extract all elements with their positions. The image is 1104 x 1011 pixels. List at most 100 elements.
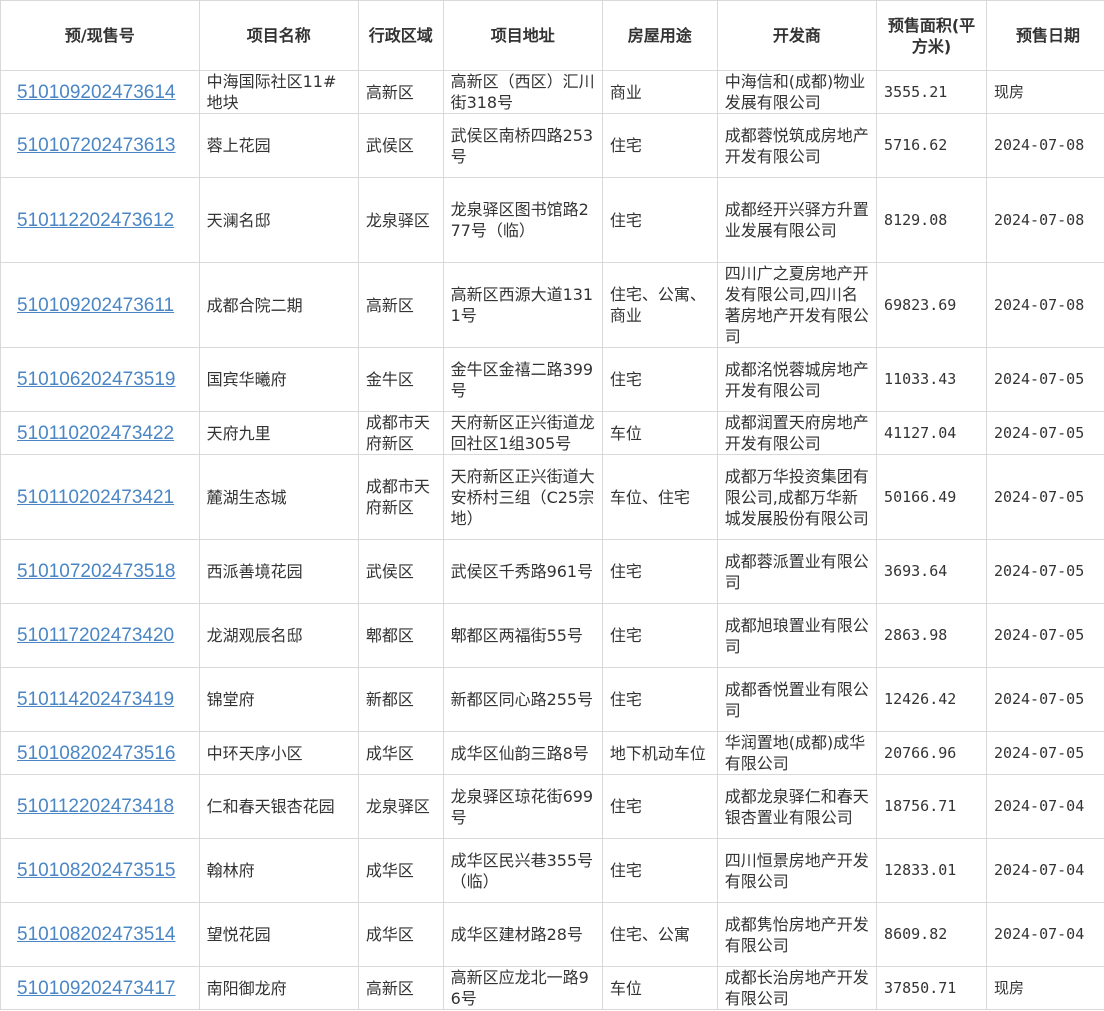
address-cell: 成华区民兴巷355号（临） <box>442 838 603 903</box>
project-name-cell: 麓湖生态城 <box>198 454 359 540</box>
presale-table: 预/现售号 项目名称 行政区域 项目地址 房屋用途 开发商 预售面积(平方米) … <box>0 0 1104 1010</box>
license-link[interactable]: 510109202473614 <box>17 82 176 103</box>
license-link[interactable]: 510110202473422 <box>17 423 174 444</box>
license-link[interactable]: 510108202473516 <box>17 743 176 764</box>
address-cell: 高新区（西区）汇川街318号 <box>442 70 603 114</box>
developer-cell: 成都旭琅置业有限公司 <box>716 603 878 668</box>
project-name-cell: 仁和春天银杏花园 <box>198 774 359 839</box>
area-cell: 18756.71 <box>876 774 987 839</box>
address-cell: 成华区仙韵三路8号 <box>442 731 603 775</box>
date-cell: 2024-07-08 <box>985 262 1104 348</box>
table-row: 510106202473519 国宾华曦府 金牛区 金牛区金禧二路399号 住宅 成都洺悦… <box>0 347 1104 412</box>
address-cell: 成华区建材路28号 <box>442 902 603 967</box>
address-cell: 武侯区千秀路961号 <box>442 539 603 604</box>
license-link[interactable]: 510110202473421 <box>17 487 174 508</box>
usage-cell: 住宅 <box>601 113 718 178</box>
district-cell: 成华区 <box>357 731 444 775</box>
address-cell: 天府新区正兴街道大安桥村三组（C25宗地） <box>442 454 603 540</box>
district-cell: 成都市天府新区 <box>357 454 444 540</box>
license-link[interactable]: 510109202473417 <box>17 978 176 999</box>
license-cell: 510109202473611 <box>0 262 200 348</box>
district-cell: 龙泉驿区 <box>357 774 444 839</box>
table-row: 510109202473611 成都合院二期 高新区 高新区西源大道1311号 住宅、公… <box>0 262 1104 348</box>
license-cell: 510110202473422 <box>0 411 200 455</box>
area-cell: 3555.21 <box>876 70 987 114</box>
license-link[interactable]: 510114202473419 <box>17 689 174 710</box>
license-link[interactable]: 510106202473519 <box>17 369 176 390</box>
table-row: 510117202473420 龙湖观辰名邸 郫都区 郫都区两福街55号 住宅 成都旭琅置… <box>0 603 1104 668</box>
area-cell: 41127.04 <box>876 411 987 455</box>
district-cell: 武侯区 <box>357 113 444 178</box>
usage-cell: 地下机动车位 <box>601 731 718 775</box>
district-cell: 新都区 <box>357 667 444 732</box>
address-cell: 金牛区金禧二路399号 <box>442 347 603 412</box>
license-link[interactable]: 510117202473420 <box>17 625 174 646</box>
table-row: 510109202473417 南阳御龙府 高新区 高新区应龙北一路96号 车位 成都长治… <box>0 966 1104 1010</box>
area-cell: 11033.43 <box>876 347 987 412</box>
address-cell: 龙泉驿区琼花街699号 <box>442 774 603 839</box>
license-link[interactable]: 510107202473518 <box>17 561 176 582</box>
project-name-cell: 望悦花园 <box>198 902 359 967</box>
address-cell: 龙泉驿区图书馆路277号（临） <box>442 177 603 263</box>
district-cell: 武侯区 <box>357 539 444 604</box>
header-address: 项目地址 <box>442 0 603 71</box>
area-cell: 50166.49 <box>876 454 987 540</box>
license-link[interactable]: 510109202473611 <box>17 295 174 316</box>
license-cell: 510108202473516 <box>0 731 200 775</box>
usage-cell: 住宅 <box>601 838 718 903</box>
usage-cell: 车位 <box>601 966 718 1010</box>
district-cell: 金牛区 <box>357 347 444 412</box>
project-name-cell: 南阳御龙府 <box>198 966 359 1010</box>
table-row: 510108202473516 中环天序小区 成华区 成华区仙韵三路8号 地下机动车位华… <box>0 731 1104 775</box>
license-link[interactable]: 510112202473418 <box>17 796 174 817</box>
project-name-cell: 翰林府 <box>198 838 359 903</box>
district-cell: 高新区 <box>357 70 444 114</box>
header-district: 行政区域 <box>357 0 444 71</box>
license-cell: 510107202473518 <box>0 539 200 604</box>
license-cell: 510112202473612 <box>0 177 200 263</box>
license-cell: 510112202473418 <box>0 774 200 839</box>
address-cell: 高新区西源大道1311号 <box>442 262 603 348</box>
table-row: 510108202473514 望悦花园 成华区 成华区建材路28号 住宅、公寓 成都隽怡… <box>0 902 1104 967</box>
date-cell: 2024-07-05 <box>985 411 1104 455</box>
developer-cell: 华润置地(成都)成华有限公司 <box>716 731 878 775</box>
project-name-cell: 龙湖观辰名邸 <box>198 603 359 668</box>
usage-cell: 住宅、公寓、商业 <box>601 262 718 348</box>
date-cell: 2024-07-04 <box>985 838 1104 903</box>
usage-cell: 商业 <box>601 70 718 114</box>
usage-cell: 住宅 <box>601 177 718 263</box>
table-row: 510108202473515 翰林府 成华区 成华区民兴巷355号（临） 住宅 四川恒景… <box>0 838 1104 903</box>
usage-cell: 住宅 <box>601 603 718 668</box>
usage-cell: 住宅 <box>601 539 718 604</box>
table-row: 510107202473518 西派善境花园 武侯区 武侯区千秀路961号 住宅 成都蓉派… <box>0 539 1104 604</box>
area-cell: 20766.96 <box>876 731 987 775</box>
developer-cell: 成都龙泉驿仁和春天银杏置业有限公司 <box>716 774 878 839</box>
developer-cell: 成都润置天府房地产开发有限公司 <box>716 411 878 455</box>
usage-cell: 住宅 <box>601 347 718 412</box>
license-cell: 510108202473514 <box>0 902 200 967</box>
area-cell: 3693.64 <box>876 539 987 604</box>
header-project-name: 项目名称 <box>198 0 359 71</box>
date-cell: 2024-07-05 <box>985 603 1104 668</box>
license-cell: 510107202473613 <box>0 113 200 178</box>
date-cell: 2024-07-04 <box>985 902 1104 967</box>
address-cell: 天府新区正兴街道龙回社区1组305号 <box>442 411 603 455</box>
project-name-cell: 蓉上花园 <box>198 113 359 178</box>
table-row: 510107202473613 蓉上花园 武侯区 武侯区南桥四路253号 住宅 成都蓉悦筑… <box>0 113 1104 178</box>
area-cell: 12833.01 <box>876 838 987 903</box>
developer-cell: 成都隽怡房地产开发有限公司 <box>716 902 878 967</box>
area-cell: 2863.98 <box>876 603 987 668</box>
area-cell: 12426.42 <box>876 667 987 732</box>
license-link[interactable]: 510108202473515 <box>17 860 176 881</box>
license-cell: 510117202473420 <box>0 603 200 668</box>
license-link[interactable]: 510112202473612 <box>17 210 174 231</box>
district-cell: 成华区 <box>357 902 444 967</box>
address-cell: 新都区同心路255号 <box>442 667 603 732</box>
table-row: 510114202473419 锦堂府 新都区 新都区同心路255号 住宅 成都香悦置业有… <box>0 667 1104 732</box>
license-link[interactable]: 510107202473613 <box>17 135 176 156</box>
area-cell: 8129.08 <box>876 177 987 263</box>
license-link[interactable]: 510108202473514 <box>17 924 176 945</box>
developer-cell: 成都香悦置业有限公司 <box>716 667 878 732</box>
date-cell: 2024-07-05 <box>985 454 1104 540</box>
district-cell: 龙泉驿区 <box>357 177 444 263</box>
